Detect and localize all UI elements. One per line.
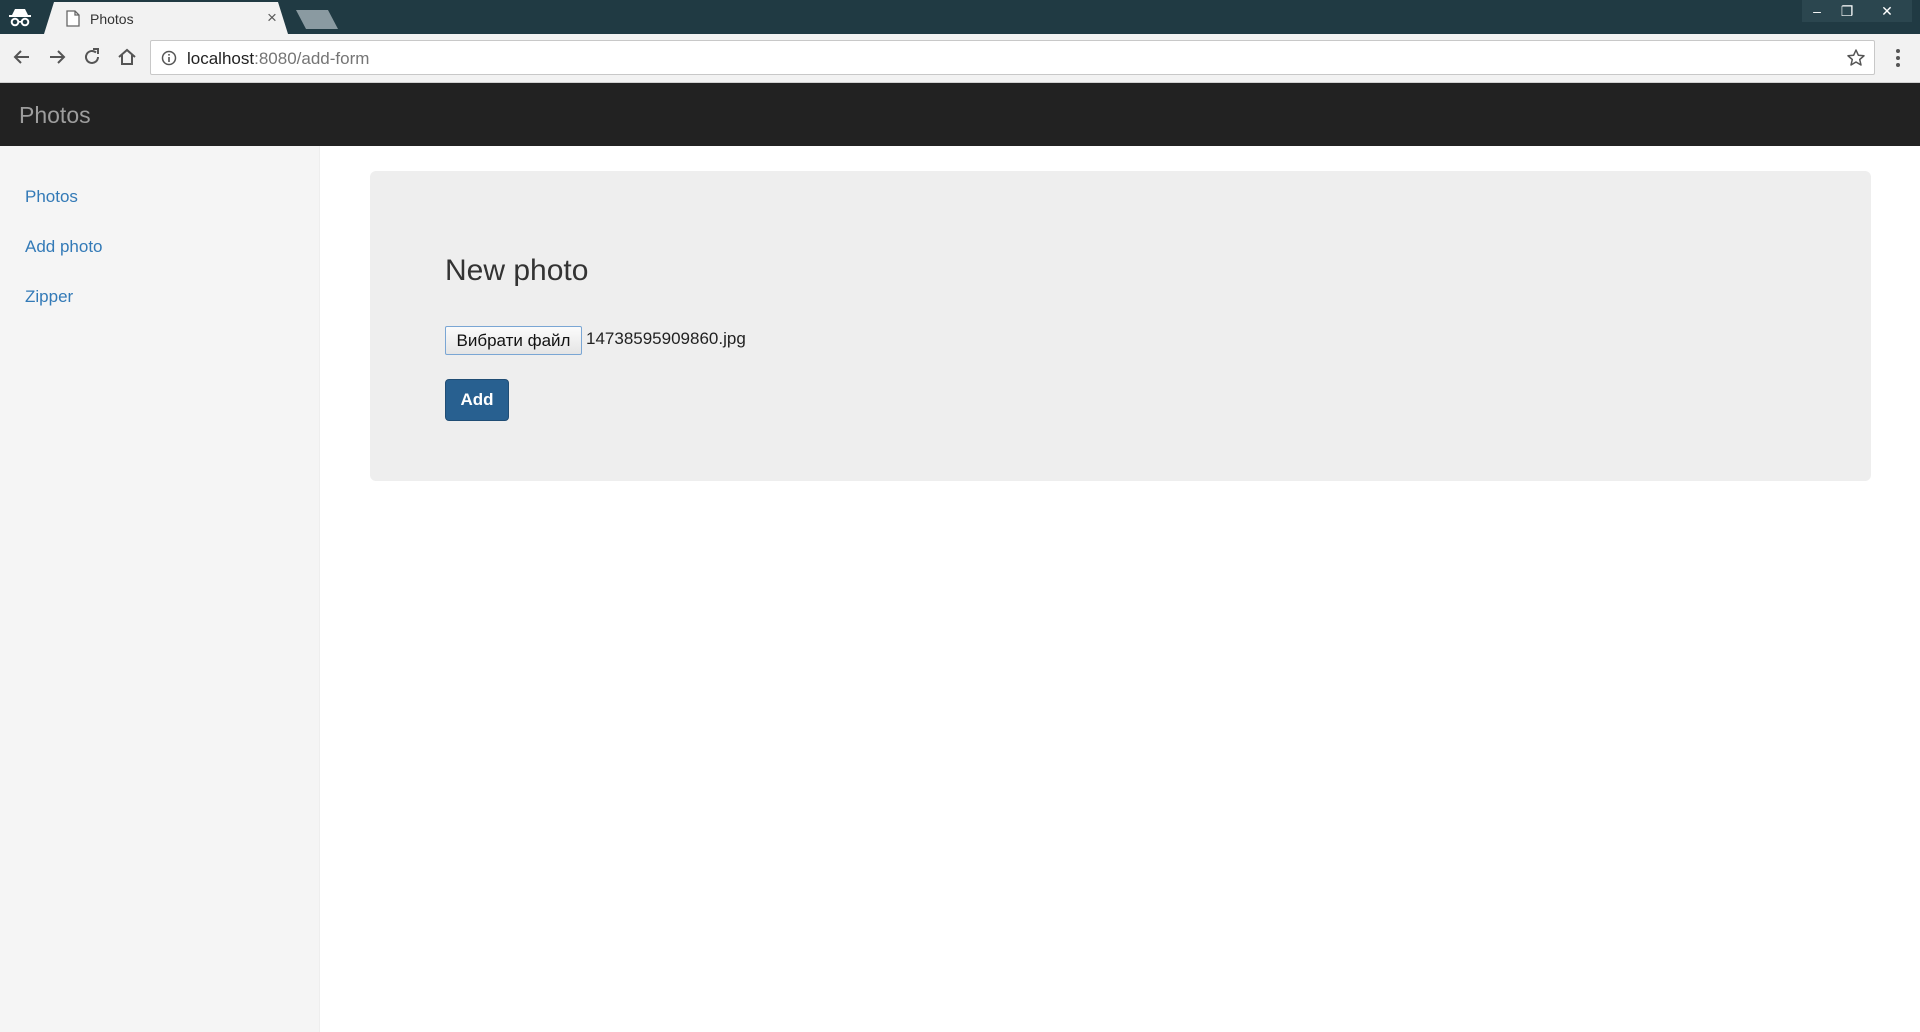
- address-path: :8080/add-form: [254, 49, 370, 68]
- sidebar-item-add-photo[interactable]: Add photo: [25, 237, 103, 257]
- tab-close-icon[interactable]: ×: [262, 8, 282, 28]
- app-navbar: Photos: [0, 83, 1920, 146]
- incognito-icon: [8, 7, 32, 27]
- bookmark-star-icon[interactable]: [1846, 48, 1866, 68]
- address-url[interactable]: localhost:8080/add-form: [187, 49, 369, 69]
- reload-icon[interactable]: [81, 46, 103, 68]
- browser-titlebar: Photos × – ❐ ✕: [0, 0, 1920, 34]
- sidebar: Photos Add photo Zipper: [0, 146, 320, 1032]
- page-icon: [66, 10, 80, 27]
- sidebar-item-zipper[interactable]: Zipper: [25, 287, 73, 307]
- add-button[interactable]: Add: [445, 379, 509, 421]
- new-tab-button[interactable]: [296, 10, 338, 29]
- navbar-brand[interactable]: Photos: [19, 102, 91, 129]
- selected-file-name: 14738595909860.jpg: [586, 329, 746, 348]
- info-icon[interactable]: [161, 50, 177, 66]
- form-title: New photo: [445, 254, 589, 287]
- tab-title: Photos: [90, 11, 134, 27]
- close-window-button[interactable]: ✕: [1862, 0, 1912, 22]
- kebab-menu-icon[interactable]: [1890, 47, 1906, 69]
- forward-arrow-icon[interactable]: [46, 46, 68, 68]
- sidebar-item-photos[interactable]: Photos: [25, 187, 78, 207]
- browser-toolbar: localhost:8080/add-form: [0, 34, 1920, 83]
- address-host: localhost: [187, 49, 255, 68]
- choose-file-button[interactable]: Вибрати файл: [445, 326, 582, 355]
- restore-button[interactable]: ❐: [1832, 0, 1862, 22]
- address-bar[interactable]: localhost:8080/add-form: [150, 40, 1875, 75]
- add-photo-panel: New photo Вибрати файл 14738595909860.jp…: [370, 171, 1871, 481]
- back-arrow-icon[interactable]: [11, 46, 33, 68]
- browser-tab-active[interactable]: Photos ×: [44, 2, 288, 34]
- minimize-button[interactable]: –: [1802, 0, 1832, 22]
- home-icon[interactable]: [116, 46, 138, 68]
